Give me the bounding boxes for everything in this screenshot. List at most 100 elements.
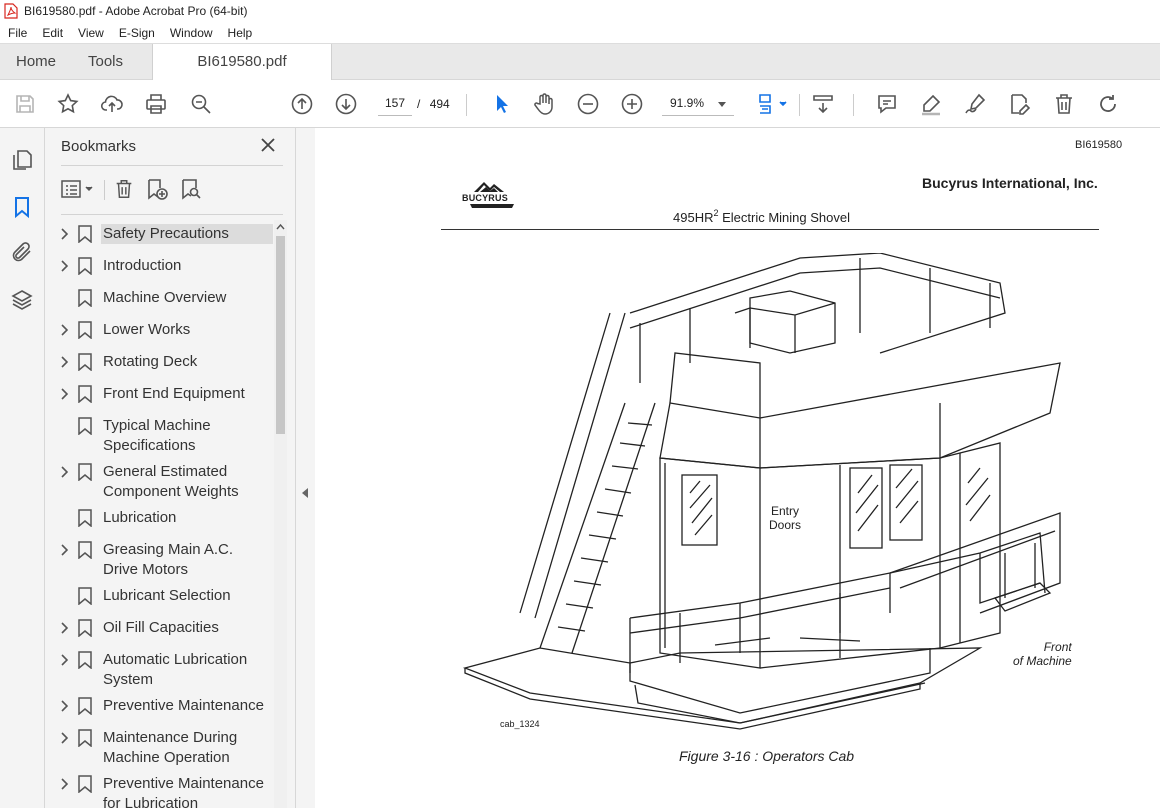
collapse-panel-icon[interactable] [302,488,308,498]
menu-window[interactable]: Window [162,26,220,40]
chevron-right-icon[interactable] [55,728,73,748]
bookmark-item[interactable]: Lubrication [53,505,273,537]
chevron-right-icon[interactable] [55,462,73,482]
layers-icon[interactable] [10,288,34,312]
bookmark-item[interactable]: Typical Machine Specifications [53,413,273,459]
zoom-level-value: 91.9% [670,96,705,110]
comment-button[interactable] [873,90,901,118]
menu-bar: File Edit View E-Sign Window Help [0,22,1160,43]
new-bookmark-icon[interactable] [145,177,169,201]
bookmark-label: Safety Precautions [101,224,273,244]
bookmark-icon [77,650,93,670]
upload-button[interactable] [98,90,126,118]
bookmark-item[interactable]: Preventive Maintenance [53,693,273,725]
bookmark-item[interactable]: Machine Overview [53,285,273,317]
hand-tool-button[interactable] [530,90,558,118]
highlighter-pen-icon [922,94,941,116]
menu-edit[interactable]: Edit [34,26,70,40]
close-icon[interactable] [259,136,277,154]
chevron-right-icon[interactable] [55,224,73,244]
select-tool-button[interactable] [487,90,515,118]
bookmark-icon [77,728,93,748]
front-of-machine-label: Front of Machine [1013,640,1072,668]
bookmark-item[interactable]: Greasing Main A.C. Drive Motors [53,537,273,583]
model-name: 495HR [673,210,714,225]
tab-tools[interactable]: Tools [88,44,123,81]
bookmark-label: Typical Machine Specifications [103,417,211,454]
scroll-up-icon[interactable] [276,222,285,232]
bookmark-item[interactable]: Maintenance During Machine Operation [53,725,273,771]
page-separator: / [417,97,421,111]
save-button[interactable] [11,90,39,118]
chevron-right-icon[interactable] [55,256,73,276]
menu-help[interactable]: Help [220,26,260,40]
chevron-right-icon[interactable] [55,650,73,670]
bookmark-item[interactable]: Lower Works [53,317,273,349]
sign-button[interactable] [961,90,989,118]
bookmark-star-button[interactable] [54,90,82,118]
toolbar-divider [853,94,854,116]
bookmark-icon [77,352,93,372]
bookmark-icon [77,462,93,482]
document-id: BI619580 [1075,139,1123,151]
menu-view[interactable]: View [70,26,111,40]
delete-button[interactable] [1050,90,1078,118]
find-bookmark-icon[interactable] [179,177,203,201]
bookmark-item[interactable]: Rotating Deck [53,349,273,381]
bookmark-item[interactable]: Front End Equipment [53,381,273,413]
redo-arrow-icon [1100,95,1116,112]
rotate-button[interactable] [1094,90,1122,118]
bookmark-label: Oil Fill Capacities [103,619,219,636]
bookmark-item[interactable]: Safety Precautions [53,221,273,253]
chevron-right-icon[interactable] [55,320,73,340]
bookmark-icon [77,508,93,528]
chevron-right-icon[interactable] [55,540,73,560]
bookmark-item[interactable]: Lubricant Selection [53,583,273,615]
logo-wordmark: BUCYRUS [462,193,508,203]
find-button[interactable] [187,90,215,118]
scroll-mode-button[interactable] [809,90,837,118]
tab-home[interactable]: Home [16,44,56,81]
chevron-right-icon[interactable] [55,352,73,372]
page-fit-button[interactable] [752,90,792,118]
chevron-right-icon[interactable] [55,384,73,404]
document-view[interactable]: BI619580 Bucyrus International, Inc. BUC… [315,128,1160,808]
fit-page-icon [759,94,787,114]
chevron-right-icon[interactable] [55,618,73,638]
bookmark-item[interactable]: General Estimated Component Weights [53,459,273,505]
panel-splitter[interactable] [295,128,315,808]
delete-bookmark-icon[interactable] [113,177,135,201]
bookmark-item[interactable]: Oil Fill Capacities [53,615,273,647]
next-page-button[interactable] [332,90,360,118]
document-subtitle: 495HR2 Electric Mining Shovel [673,208,850,225]
options-menu-icon[interactable] [61,178,97,200]
chevron-right-icon[interactable] [55,774,73,794]
menu-file[interactable]: File [0,26,34,40]
acrobat-window: BI619580.pdf - Adobe Acrobat Pro (64-bit… [0,0,1160,808]
fill-sign-button[interactable] [1005,90,1033,118]
window-title: BI619580.pdf - Adobe Acrobat Pro (64-bit… [24,4,248,18]
highlight-button[interactable] [917,90,945,118]
zoom-out-button[interactable] [574,90,602,118]
bookmark-item[interactable]: Preventive Maintenance for Lubrication [53,771,273,808]
chevron-placeholder [55,288,73,308]
bookmark-icon [77,224,93,244]
chevron-right-icon[interactable] [55,696,73,716]
previous-page-button[interactable] [288,90,316,118]
bookmark-panel-icon[interactable] [10,195,34,219]
cloud-upload-icon [100,95,123,112]
bookmark-label: Lower Works [103,321,191,338]
tab-document[interactable]: BI619580.pdf [152,44,332,82]
page-number-input[interactable]: 157 [378,92,412,116]
scrollbar-thumb[interactable] [276,236,285,434]
zoom-level-select[interactable]: 91.9% [662,92,734,116]
front-label-line-1: Front [1043,640,1072,654]
pages-thumbnail-icon[interactable] [10,148,34,172]
menu-esign[interactable]: E-Sign [111,26,162,40]
attachment-icon[interactable] [10,240,34,264]
print-button[interactable] [142,90,170,118]
bookmark-item[interactable]: Introduction [53,253,273,285]
zoom-in-button[interactable] [618,90,646,118]
bookmark-item[interactable]: Automatic Lubrication System [53,647,273,693]
plus-circle-icon [621,93,643,115]
